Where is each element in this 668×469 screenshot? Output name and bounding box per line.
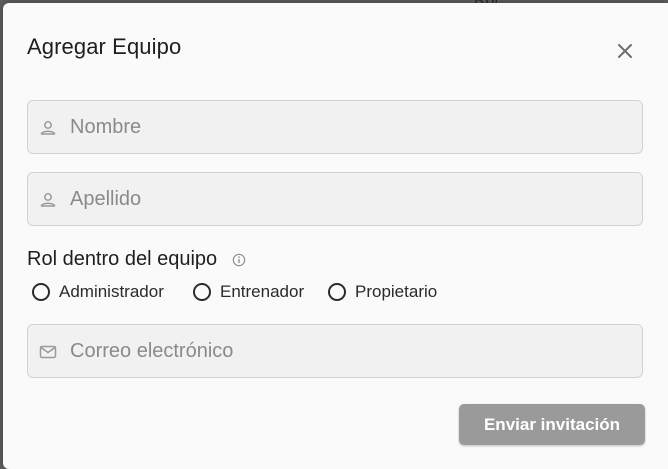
role-label: Rol dentro del equipo <box>27 248 218 270</box>
radio-label: Propietario <box>355 282 438 301</box>
last-name-input[interactable] <box>70 173 630 225</box>
close-button[interactable] <box>613 39 637 63</box>
radio-label: Entrenador <box>220 282 305 301</box>
radio-propietario[interactable]: Propietario <box>328 281 448 303</box>
email-input[interactable] <box>70 325 630 377</box>
mail-icon <box>39 345 57 359</box>
first-name-input[interactable] <box>70 101 630 153</box>
radio-circle[interactable] <box>328 283 346 301</box>
radio-circle[interactable] <box>193 283 211 301</box>
person-icon <box>40 193 56 207</box>
dialog-title: Agregar Equipo <box>27 34 182 59</box>
send-invitation-button[interactable]: Enviar invitación <box>459 404 645 445</box>
email-field[interactable] <box>27 324 643 378</box>
first-name-field[interactable] <box>27 100 643 154</box>
radio-circle[interactable] <box>32 283 50 301</box>
add-team-dialog: Agregar Equipo Rol dentro del equipo Adm… <box>3 3 668 469</box>
radio-label: Administrador <box>59 282 164 301</box>
radio-administrador[interactable]: Administrador <box>32 281 180 303</box>
radio-entrenador[interactable]: Entrenador <box>193 281 315 303</box>
info-icon[interactable] <box>232 253 246 267</box>
close-icon <box>618 44 632 58</box>
last-name-field[interactable] <box>27 172 643 226</box>
person-icon <box>40 121 56 135</box>
